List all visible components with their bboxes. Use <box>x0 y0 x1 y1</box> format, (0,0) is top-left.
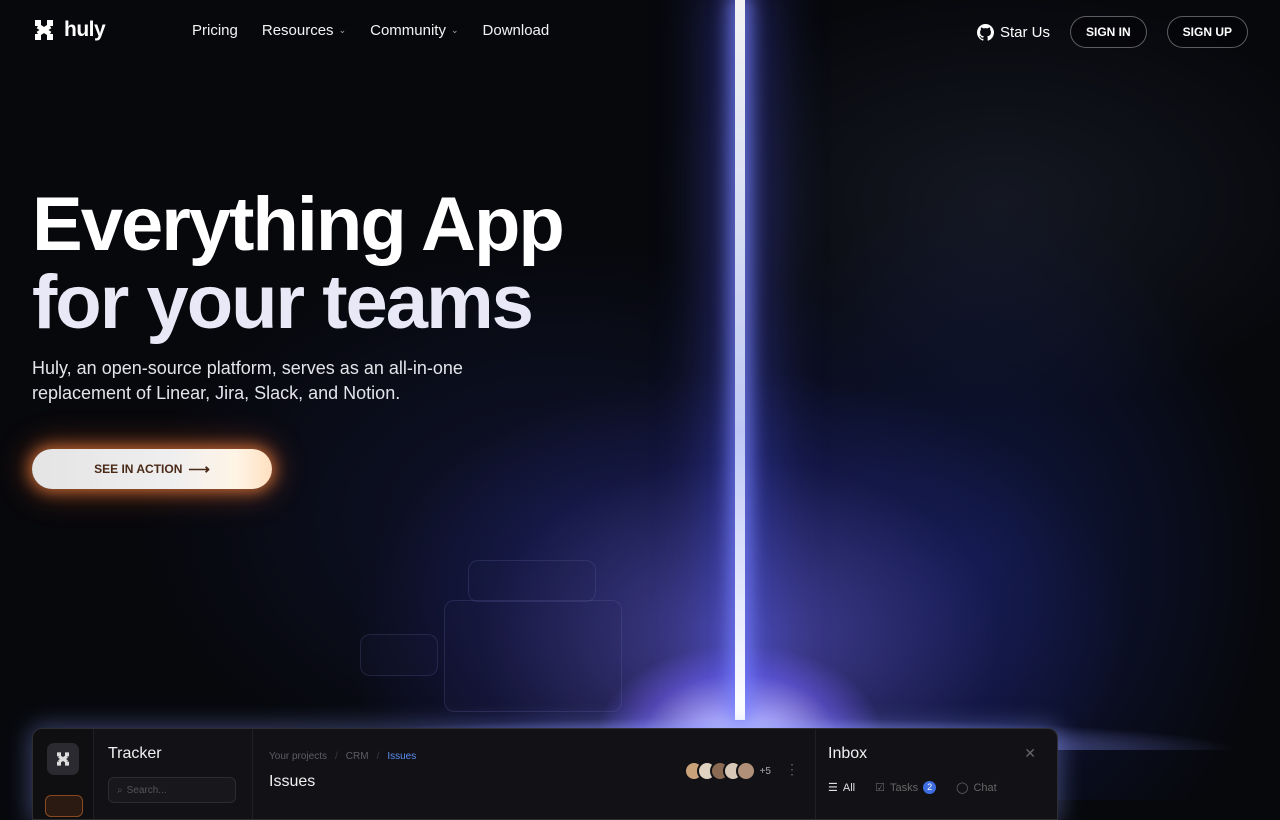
tab-label: All <box>842 781 856 794</box>
light-beam <box>735 0 745 720</box>
inbox-tabs: ☰ All ☑ Tasks 2 ◯ Chat <box>828 781 997 794</box>
avatar-group[interactable]: +5 <box>683 761 771 781</box>
tab-label: Chat <box>973 781 997 794</box>
search-placeholder: Search... <box>126 784 167 796</box>
sign-in-button[interactable]: SIGN IN <box>1069 16 1147 48</box>
nav-link-resources[interactable]: Resources ⌄ <box>262 22 346 39</box>
app-logo-icon[interactable] <box>47 743 79 775</box>
nav-link-label: Pricing <box>192 22 238 39</box>
breadcrumb-item[interactable]: Your projects <box>269 751 327 762</box>
more-options-icon[interactable]: ⋮ <box>785 761 799 778</box>
close-icon[interactable]: ✕ <box>1024 745 1036 762</box>
app-preview-window: Tracker ⌕ Search... Your projects / CRM … <box>32 728 1058 820</box>
sign-up-button[interactable]: SIGN UP <box>1166 16 1248 48</box>
avatar-more-count: +5 <box>759 765 771 777</box>
nav-link-label: Download <box>482 22 550 39</box>
avatar <box>735 761 756 781</box>
chat-icon: ◯ <box>956 782 969 794</box>
tab-label: Tasks <box>889 781 919 794</box>
brand-logo[interactable]: huly <box>32 18 106 42</box>
page-title: Issues <box>269 773 316 790</box>
brand-name: huly <box>64 18 106 41</box>
nav-link-download[interactable]: Download <box>483 22 550 39</box>
nav-link-label: Resources <box>261 22 334 39</box>
cta-label: SEE IN ACTION <box>94 462 183 476</box>
search-icon: ⌕ <box>117 784 123 796</box>
breadcrumb: Your projects / CRM / Issues <box>269 751 416 762</box>
hero-subtitle: Huly, an open-source platform, serves as… <box>32 358 463 403</box>
github-icon <box>976 23 994 41</box>
star-us-link[interactable]: Star Us <box>976 23 1050 41</box>
top-navigation: huly Pricing Resources ⌄ Community ⌄ Dow… <box>0 0 1280 64</box>
huly-logo-icon <box>35 20 53 40</box>
background-ghost-card <box>444 600 622 712</box>
inbox-tab-chat[interactable]: ◯ Chat <box>956 781 997 795</box>
app-main-panel: Your projects / CRM / Issues Issues +5 ⋮ <box>253 729 816 819</box>
inbox-panel: Inbox ✕ ☰ All ☑ Tasks 2 ◯ Chat <box>816 729 1056 819</box>
nav-actions: Star Us SIGN IN SIGN UP <box>976 16 1248 48</box>
background-ghost-card <box>360 634 438 676</box>
inbox-tab-tasks[interactable]: ☑ Tasks 2 <box>875 781 937 794</box>
sidebar-title: Tracker <box>108 745 162 762</box>
sidebar-search-input[interactable]: ⌕ Search... <box>108 777 236 803</box>
breadcrumb-separator: / <box>376 751 380 762</box>
breadcrumb-item[interactable]: CRM <box>346 751 369 762</box>
app-rail <box>33 729 94 819</box>
hero-title-line-1: Everything App <box>32 182 565 267</box>
inbox-title: Inbox <box>828 745 868 762</box>
list-icon: ☰ <box>828 782 838 794</box>
light-beam-base <box>560 600 920 740</box>
star-us-label: Star Us <box>999 23 1050 41</box>
see-in-action-button[interactable]: SEE IN ACTION ⟶ <box>32 449 272 489</box>
hero-title-line-2: for your teams <box>32 260 534 345</box>
task-icon: ☑ <box>875 782 885 794</box>
nav-link-pricing[interactable]: Pricing <box>192 22 238 39</box>
chevron-down-icon: ⌄ <box>338 25 347 35</box>
background-ghost-card <box>468 560 596 602</box>
chevron-down-icon: ⌄ <box>450 25 459 35</box>
huly-logo-icon <box>57 752 69 766</box>
hero-title: Everything App for your teams <box>32 186 565 345</box>
nav-link-label: Community <box>370 22 446 39</box>
app-sidebar: Tracker ⌕ Search... <box>94 729 253 819</box>
tasks-count-badge: 2 <box>923 781 937 794</box>
breadcrumb-item[interactable]: Issues <box>387 751 416 762</box>
app-rail-button[interactable] <box>45 795 83 817</box>
breadcrumb-separator: / <box>335 751 338 762</box>
nav-link-community[interactable]: Community ⌄ <box>370 22 458 39</box>
inbox-tab-all[interactable]: ☰ All <box>828 781 856 795</box>
nav-links: Pricing Resources ⌄ Community ⌄ Download <box>192 22 549 39</box>
arrow-right-icon: ⟶ <box>188 461 210 478</box>
